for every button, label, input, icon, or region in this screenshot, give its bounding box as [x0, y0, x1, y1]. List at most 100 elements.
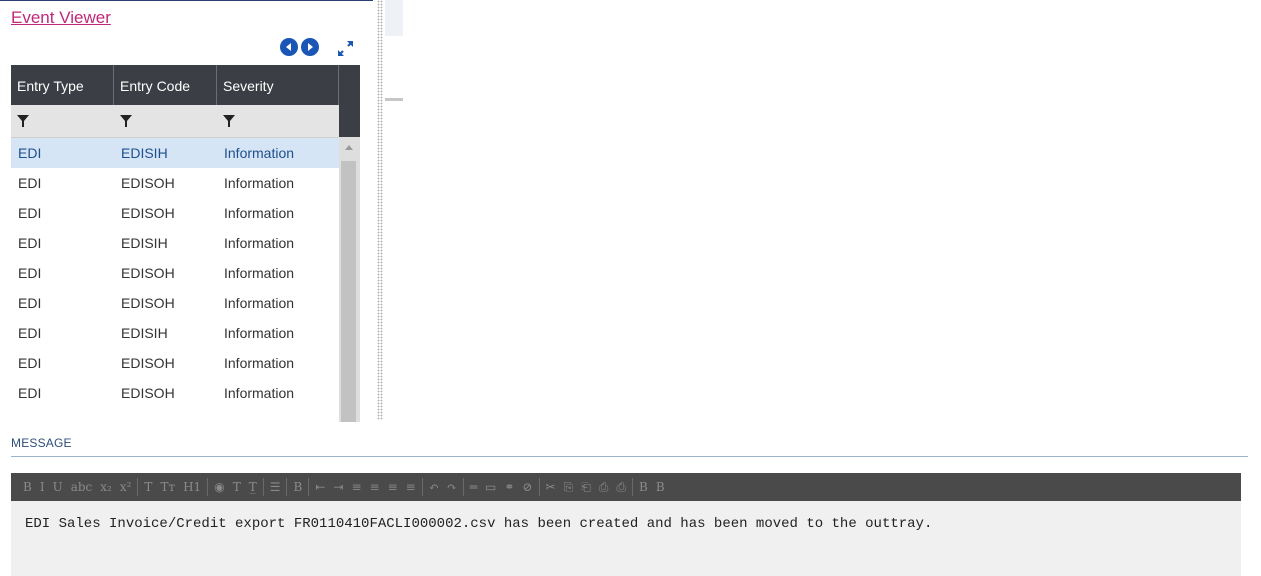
- expand-icon: [338, 41, 353, 56]
- toolbar-button[interactable]: T: [140, 473, 156, 501]
- table-row[interactable]: EDI EDISOH Information: [11, 288, 339, 318]
- toolbar-separator: [137, 478, 139, 496]
- event-viewer-link[interactable]: Event Viewer: [11, 8, 111, 28]
- toolbar-button[interactable]: I: [36, 473, 49, 501]
- filter-entry-code[interactable]: [114, 105, 217, 137]
- top-border: [0, 0, 373, 1]
- toolbar-button[interactable]: ◉: [210, 473, 228, 501]
- toolbar-button[interactable]: ⇥: [329, 473, 347, 501]
- grid-corner: [339, 65, 360, 137]
- filter-icon: [17, 115, 29, 127]
- entry-type-cell: EDI: [18, 385, 42, 401]
- toolbar-button[interactable]: B: [289, 473, 306, 501]
- circle-left-icon: [286, 43, 291, 51]
- previous-record-button[interactable]: [280, 38, 298, 56]
- table-row[interactable]: EDI EDISOH Information: [11, 168, 339, 198]
- severity-cell: Information: [224, 205, 295, 221]
- toolbar-button[interactable]: abc: [67, 473, 97, 501]
- record-navigation: [280, 38, 319, 56]
- toolbar-button[interactable]: ↶: [425, 473, 443, 501]
- toolbar-button[interactable]: T̲: [245, 473, 261, 501]
- event-grid: Entry Type Entry Code Severity EDI EDISIH…: [11, 65, 360, 422]
- toolbar-button[interactable]: B: [635, 473, 652, 501]
- table-row[interactable]: EDI EDISOH Information: [11, 258, 339, 288]
- editor-toolbar: B I Uabc x₂ x² T Tт H1 ◉ T T̲ ☰ B ⇤ ⇥ ≡ ≡ ≡ ≡ ↶ ↷ ═ ▭ ⚭ ⊘ ✂ ⎘ ⎗ ⎙ ⎙ B B: [11, 473, 1241, 501]
- scroll-up-arrow-icon[interactable]: [345, 145, 353, 150]
- entry-code-cell: EDISOH: [121, 295, 175, 311]
- entry-code-cell: EDISOH: [121, 175, 175, 191]
- column-header-entry-type[interactable]: Entry Type: [11, 65, 114, 105]
- entry-code-cell: EDISOH: [121, 205, 175, 221]
- entry-code-cell: EDISOH: [121, 355, 175, 371]
- toolbar-separator: [462, 478, 464, 496]
- toolbar-button[interactable]: x²: [116, 473, 136, 501]
- toolbar-button[interactable]: ≡: [366, 473, 384, 501]
- right-pane-divider: [385, 98, 403, 101]
- toolbar-separator: [262, 478, 264, 496]
- entry-type-cell: EDI: [18, 205, 42, 221]
- toolbar-separator: [286, 478, 288, 496]
- toolbar-button[interactable]: B: [19, 473, 36, 501]
- toolbar-button[interactable]: ✂: [542, 473, 560, 501]
- toolbar-separator: [421, 478, 423, 496]
- table-row[interactable]: EDI EDISIH Information: [11, 228, 339, 258]
- severity-cell: Information: [224, 355, 295, 371]
- toolbar-button[interactable]: T: [229, 473, 245, 501]
- entry-code-cell: EDISIH: [121, 145, 168, 161]
- toolbar-button[interactable]: H1: [179, 473, 205, 501]
- scrollbar-thumb[interactable]: [341, 161, 356, 422]
- filter-icon: [120, 115, 132, 127]
- message-editor[interactable]: EDI Sales Invoice/Credit export FR011041…: [11, 501, 1241, 576]
- toolbar-button[interactable]: ▭: [481, 473, 500, 501]
- toolbar-button[interactable]: ≡: [384, 473, 402, 501]
- grid-header: Entry Type Entry Code Severity: [11, 65, 339, 105]
- entry-type-cell: EDI: [18, 295, 42, 311]
- entry-type-cell: EDI: [18, 325, 42, 341]
- toolbar-button[interactable]: ⎙: [612, 473, 630, 501]
- toolbar-button[interactable]: ↷: [443, 473, 461, 501]
- column-header-severity[interactable]: Severity: [217, 65, 339, 105]
- entry-type-cell: EDI: [18, 235, 42, 251]
- toolbar-separator: [538, 478, 540, 496]
- severity-cell: Information: [224, 325, 295, 341]
- table-row[interactable]: EDI EDISOH Information: [11, 348, 339, 378]
- toolbar-separator: [632, 478, 634, 496]
- filter-entry-type[interactable]: [11, 105, 114, 137]
- next-record-button[interactable]: [301, 38, 319, 56]
- entry-code-cell: EDISOH: [121, 265, 175, 281]
- toolbar-button[interactable]: ═: [466, 473, 481, 501]
- column-header-entry-code[interactable]: Entry Code: [114, 65, 217, 105]
- message-divider: [11, 456, 1248, 457]
- expand-button[interactable]: [335, 38, 355, 58]
- grid-scrollbar[interactable]: [339, 137, 360, 422]
- table-row[interactable]: EDI EDISOH Information: [11, 378, 339, 408]
- toolbar-button[interactable]: ⇤: [311, 473, 329, 501]
- table-row[interactable]: EDI EDISOH Information: [11, 198, 339, 228]
- toolbar-button[interactable]: ⚭: [500, 473, 518, 501]
- toolbar-button[interactable]: ☰: [266, 473, 285, 501]
- toolbar-button[interactable]: ⎘: [560, 473, 578, 501]
- table-row[interactable]: EDI EDISIH Information: [11, 318, 339, 348]
- circle-right-icon: [308, 43, 313, 51]
- toolbar-button[interactable]: U: [49, 473, 67, 501]
- severity-cell: Information: [224, 235, 295, 251]
- toolbar-button[interactable]: Tт: [156, 473, 179, 501]
- severity-cell: Information: [224, 265, 295, 281]
- pane-splitter[interactable]: [377, 0, 383, 420]
- filter-row: [11, 105, 339, 138]
- toolbar-separator: [308, 478, 310, 496]
- toolbar-button[interactable]: ≡: [402, 473, 420, 501]
- grid-rows: EDI EDISIH Information EDI EDISOH Information…: [11, 138, 339, 408]
- toolbar-button[interactable]: x₂: [96, 473, 116, 501]
- filter-severity[interactable]: [217, 105, 339, 137]
- entry-type-cell: EDI: [18, 175, 42, 191]
- severity-cell: Information: [224, 145, 295, 161]
- toolbar-button[interactable]: ⎗: [577, 473, 595, 501]
- table-row[interactable]: EDI EDISIH Information: [11, 138, 339, 168]
- toolbar-button[interactable]: ⊘: [518, 473, 536, 501]
- toolbar-button[interactable]: B: [652, 473, 669, 501]
- toolbar-button[interactable]: ⎙: [595, 473, 613, 501]
- entry-code-cell: EDISOH: [121, 385, 175, 401]
- toolbar-button[interactable]: ≡: [347, 473, 365, 501]
- entry-type-cell: EDI: [18, 145, 42, 161]
